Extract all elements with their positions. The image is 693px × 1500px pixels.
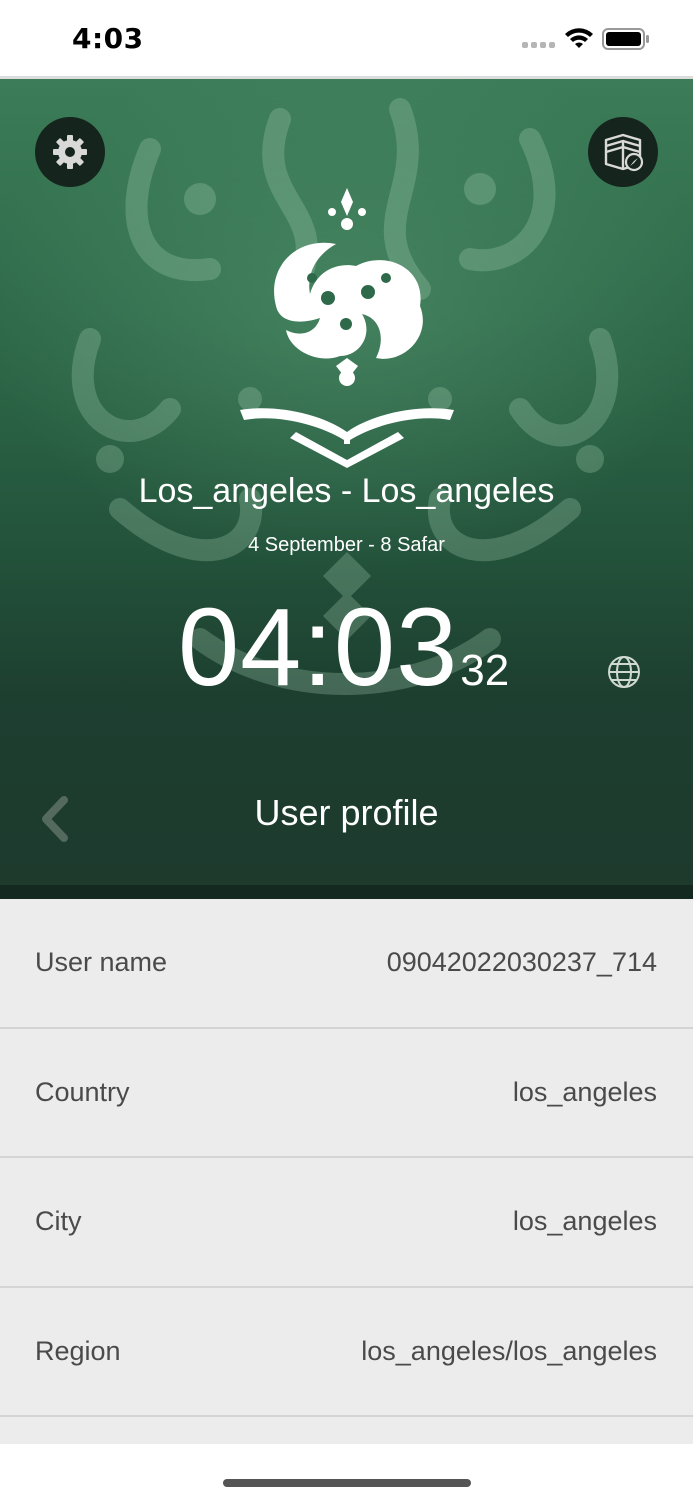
date-line: 4 September - 8 Safar xyxy=(248,534,445,556)
status-time: 4:03 xyxy=(72,22,144,55)
app-screen: 4:03 Los_angeles - Los_angeles 4 Septemb… xyxy=(0,0,693,1500)
wifi-icon xyxy=(565,28,593,48)
hero-banner: Los_angeles - Los_angeles 4 September - … xyxy=(0,79,693,887)
clock-hours-minutes: 04:03 xyxy=(178,586,459,709)
location-title: Los_angeles - Los_angeles xyxy=(138,472,555,510)
kaaba-compass-icon xyxy=(604,133,644,172)
profile-row-region[interactable]: Region los_angeles/los_angeles xyxy=(0,1288,693,1417)
page-title: User profile xyxy=(254,792,439,833)
clock: 04:0332 xyxy=(178,588,509,708)
region-value: los_angeles/los_angeles xyxy=(361,1335,657,1366)
gear-icon xyxy=(53,135,87,169)
globe-icon[interactable] xyxy=(606,654,642,690)
qibla-button[interactable] xyxy=(588,117,658,187)
profile-row-country[interactable]: Country los_angeles xyxy=(0,1029,693,1158)
region-label: Region xyxy=(35,1335,121,1366)
settings-button[interactable] xyxy=(35,117,105,187)
status-bar: 4:03 xyxy=(0,0,693,78)
header-divider xyxy=(0,885,693,899)
city-label: City xyxy=(35,1206,82,1237)
cellular-signal-icon xyxy=(522,42,558,50)
profile-list: User name 09042022030237_714 Country los… xyxy=(0,899,693,1444)
country-label: Country xyxy=(35,1076,130,1107)
clock-seconds: 32 xyxy=(460,646,510,695)
username-label: User name xyxy=(35,947,168,978)
battery-icon xyxy=(602,28,649,50)
username-value: 09042022030237_714 xyxy=(386,947,657,978)
country-value: los_angeles xyxy=(512,1076,657,1107)
profile-row-username[interactable]: User name 09042022030237_714 xyxy=(0,899,693,1029)
city-value: los_angeles xyxy=(512,1206,657,1237)
home-indicator[interactable] xyxy=(223,1479,471,1487)
home-area xyxy=(0,1444,693,1500)
profile-row-city[interactable]: City los_angeles xyxy=(0,1158,693,1288)
quran-emblem xyxy=(240,188,454,468)
